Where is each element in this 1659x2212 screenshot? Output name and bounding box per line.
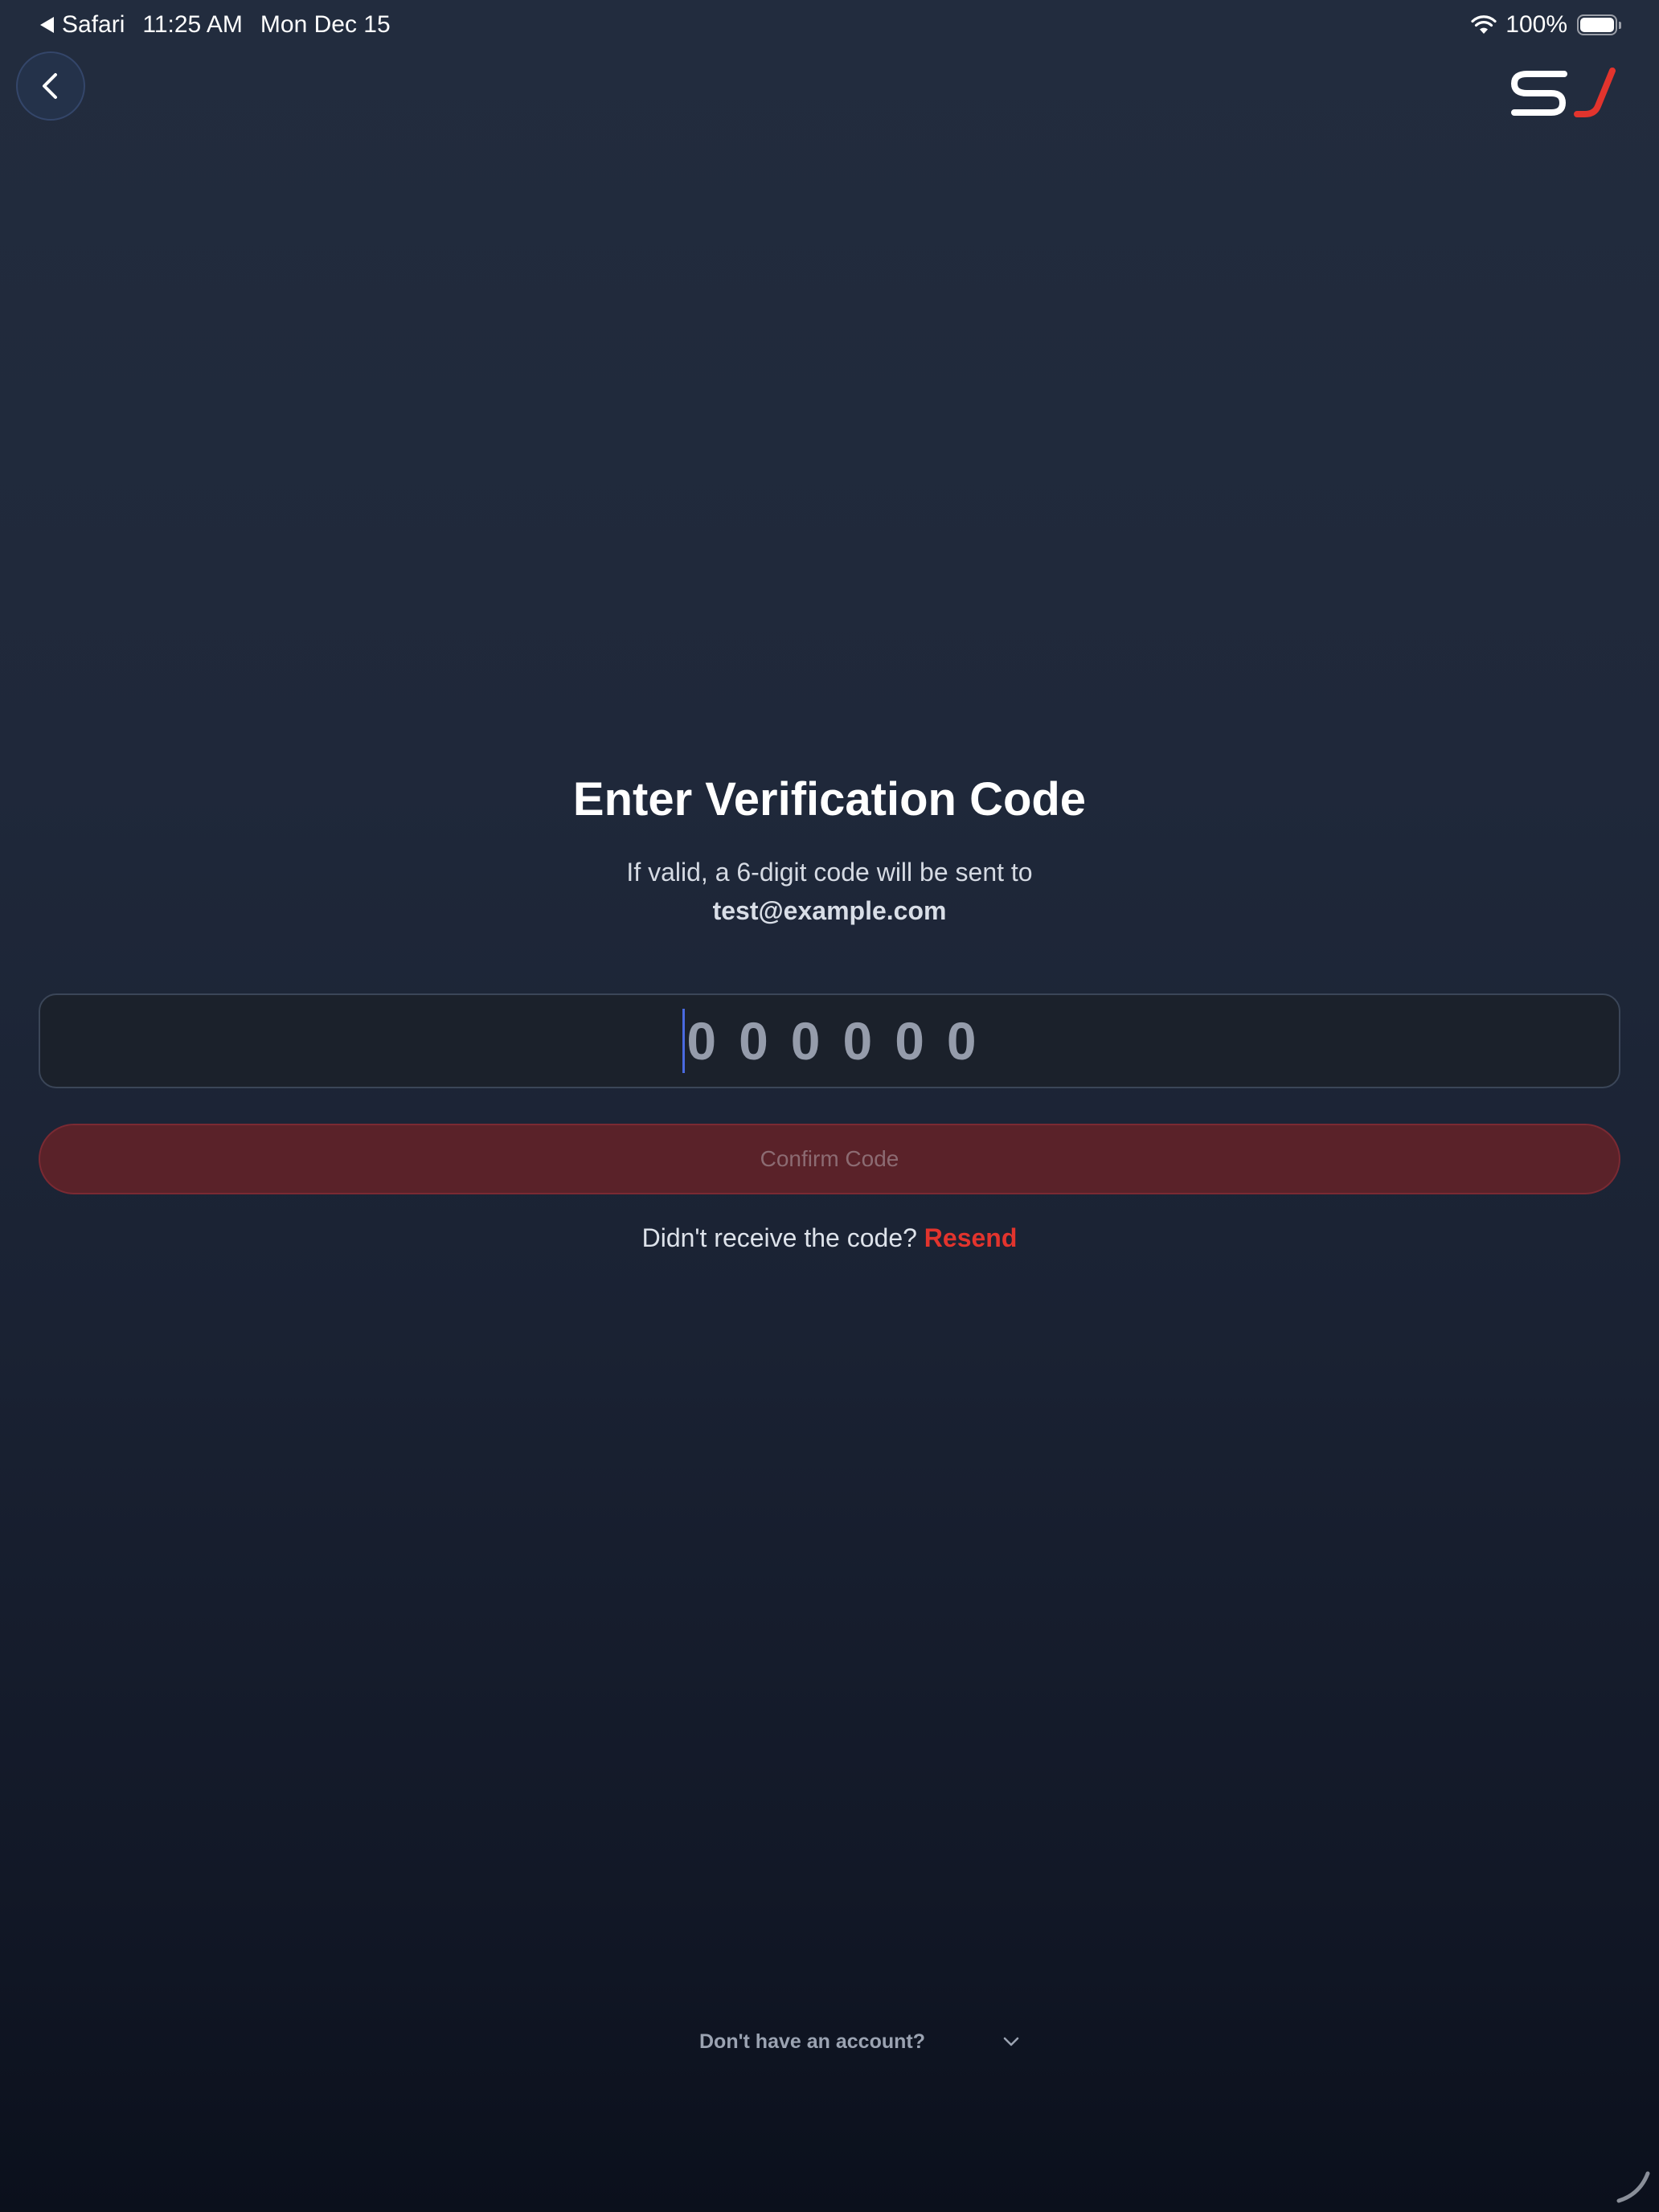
page-title: Enter Verification Code bbox=[572, 773, 1087, 825]
code-placeholder: 000000 bbox=[686, 1011, 999, 1071]
status-bar: Safari 11:25 AM Mon Dec 15 100% bbox=[0, 0, 1659, 51]
confirm-code-button[interactable]: Confirm Code bbox=[39, 1124, 1620, 1194]
text-caret bbox=[682, 1009, 686, 1073]
status-left: Safari 11:25 AM Mon Dec 15 bbox=[40, 11, 391, 39]
status-date: Mon Dec 15 bbox=[260, 11, 391, 38]
wifi-icon bbox=[1471, 15, 1497, 34]
resize-handle-icon[interactable] bbox=[1612, 2165, 1653, 2206]
resend-prompt: Didn't receive the code? bbox=[641, 1223, 917, 1252]
subtitle: If valid, a 6-digit code will be sent to bbox=[626, 858, 1033, 887]
chevron-left-icon bbox=[43, 73, 57, 99]
resend-line: Didn't receive the code? Resend bbox=[0, 1223, 1659, 1253]
logo bbox=[1511, 68, 1616, 117]
account-toggle[interactable]: Don't have an account? bbox=[699, 2026, 1037, 2058]
verification-code-input[interactable]: 000000 bbox=[39, 993, 1620, 1088]
battery-percent: 100% bbox=[1505, 11, 1567, 38]
status-time: 11:25 AM bbox=[142, 11, 243, 38]
account-prompt: Don't have an account? bbox=[699, 2030, 925, 2053]
battery-icon bbox=[1577, 14, 1621, 35]
verification-content: Enter Verification Code If valid, a 6-di… bbox=[0, 768, 1659, 930]
back-to-app-label[interactable]: Safari bbox=[62, 11, 125, 39]
status-right: 100% bbox=[1470, 11, 1621, 39]
chevron-down-icon bbox=[1003, 2037, 1019, 2046]
back-to-app-icon[interactable] bbox=[40, 17, 54, 33]
email-address: test@example.com bbox=[712, 896, 947, 925]
resend-link[interactable]: Resend bbox=[924, 1223, 1018, 1252]
back-button[interactable] bbox=[16, 51, 85, 121]
